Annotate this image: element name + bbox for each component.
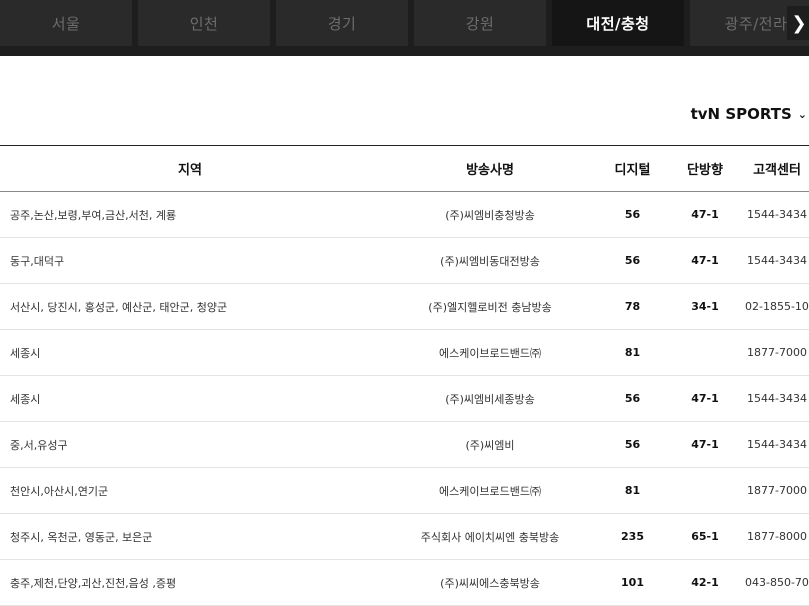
table-row: 세종시 (주)씨엠비세종방송 56 47-1 1544-3434 [0,375,809,422]
operator-table: 지역 방송사명 디지털 단방향 고객센터 공주,논산,보령,부여,금산,서천, … [0,145,809,606]
channel-name: tvN SPORTS [690,105,792,123]
table-row: 동구,대덕구 (주)씨엠비동대전방송 56 47-1 1544-3434 [0,237,809,284]
cell-region: 충주,제천,단양,괴산,진천,음성 ,증평 [0,559,380,606]
table-row: 서산시, 당진시, 홍성군, 예산군, 태안군, 청양군 (주)엘지헬로비전 충… [0,283,809,330]
cell-direction: 65-1 [665,513,745,560]
cell-direction: 47-1 [665,237,745,284]
cell-service-center: 1877-7000 [745,467,809,514]
cell-service-center: 043-850-7000 [745,559,809,606]
table-row: 충주,제천,단양,괴산,진천,음성 ,증평 (주)씨씨에스충북방송 101 42… [0,559,809,606]
cell-direction: 47-1 [665,421,745,468]
cell-region: 천안시,아산시,연기군 [0,467,380,514]
channel-select[interactable]: tvN SPORTS ⌄ [691,105,807,123]
cell-digital: 56 [600,375,665,422]
cell-operator: (주)씨엠비동대전방송 [380,237,600,284]
cell-operator: 주식회사 에이치씨엔 충북방송 [380,513,600,560]
cell-region: 청주시, 옥천군, 영동군, 보은군 [0,513,380,560]
cell-operator: (주)엘지헬로비전 충남방송 [380,283,600,330]
cell-digital: 56 [600,237,665,284]
cell-operator: (주)씨엠비 [380,421,600,468]
cell-region: 서산시, 당진시, 홍성군, 예산군, 태안군, 청양군 [0,283,380,330]
cell-region: 세종시 [0,375,380,422]
cell-digital: 235 [600,513,665,560]
cell-digital: 81 [600,467,665,514]
cell-service-center: 1877-7000 [745,329,809,376]
cell-operator: (주)씨엠비충청방송 [380,191,600,238]
tab-seoul[interactable]: 서울 [0,0,132,46]
table-row: 공주,논산,보령,부여,금산,서천, 계룡 (주)씨엠비충청방송 56 47-1… [0,191,809,238]
cell-service-center: 1877-8000 [745,513,809,560]
cell-service-center: 02-1855-1000 [745,283,809,330]
table-header-row: 지역 방송사명 디지털 단방향 고객센터 [0,145,809,192]
cell-region: 중,서,유성구 [0,421,380,468]
cell-operator: (주)씨씨에스충북방송 [380,559,600,606]
table-row: 세종시 에스케이브로드밴드㈜ 81 1877-7000 [0,329,809,376]
cell-direction [665,467,745,514]
header-operator: 방송사명 [380,145,600,192]
table-row: 청주시, 옥천군, 영동군, 보은군 주식회사 에이치씨엔 충북방송 235 6… [0,513,809,560]
cell-direction: 42-1 [665,559,745,606]
cell-digital: 78 [600,283,665,330]
cell-digital: 56 [600,421,665,468]
table-row: 중,서,유성구 (주)씨엠비 56 47-1 1544-3434 [0,421,809,468]
next-arrow-icon[interactable]: ❯ [787,6,809,40]
cell-direction: 34-1 [665,283,745,330]
cell-digital: 101 [600,559,665,606]
cell-service-center: 1544-3434 [745,421,809,468]
header-digital: 디지털 [600,145,665,192]
tab-daejeon-chungcheong[interactable]: 대전/충청 [552,0,684,46]
cell-direction: 47-1 [665,375,745,422]
cell-region: 세종시 [0,329,380,376]
cell-service-center: 1544-3434 [745,237,809,284]
tab-gangwon[interactable]: 강원 [414,0,546,46]
tab-incheon[interactable]: 인천 [138,0,270,46]
cell-service-center: 1544-3434 [745,375,809,422]
chevron-down-icon: ⌄ [797,107,807,121]
cell-region: 동구,대덕구 [0,237,380,284]
header-service-center: 고객센터 [745,145,809,192]
cell-operator: 에스케이브로드밴드㈜ [380,467,600,514]
cell-digital: 56 [600,191,665,238]
cell-operator: 에스케이브로드밴드㈜ [380,329,600,376]
cell-direction: 47-1 [665,191,745,238]
cell-digital: 81 [600,329,665,376]
table-row: 천안시,아산시,연기군 에스케이브로드밴드㈜ 81 1877-7000 [0,467,809,514]
cell-service-center: 1544-3434 [745,191,809,238]
tab-gyeonggi[interactable]: 경기 [276,0,408,46]
cell-region: 공주,논산,보령,부여,금산,서천, 계룡 [0,191,380,238]
cell-direction [665,329,745,376]
header-region: 지역 [0,145,380,192]
cell-operator: (주)씨엠비세종방송 [380,375,600,422]
header-direction: 단방향 [665,145,745,192]
region-tab-bar: 서울 인천 경기 강원 대전/충청 광주/전라 ❯ [0,0,809,56]
